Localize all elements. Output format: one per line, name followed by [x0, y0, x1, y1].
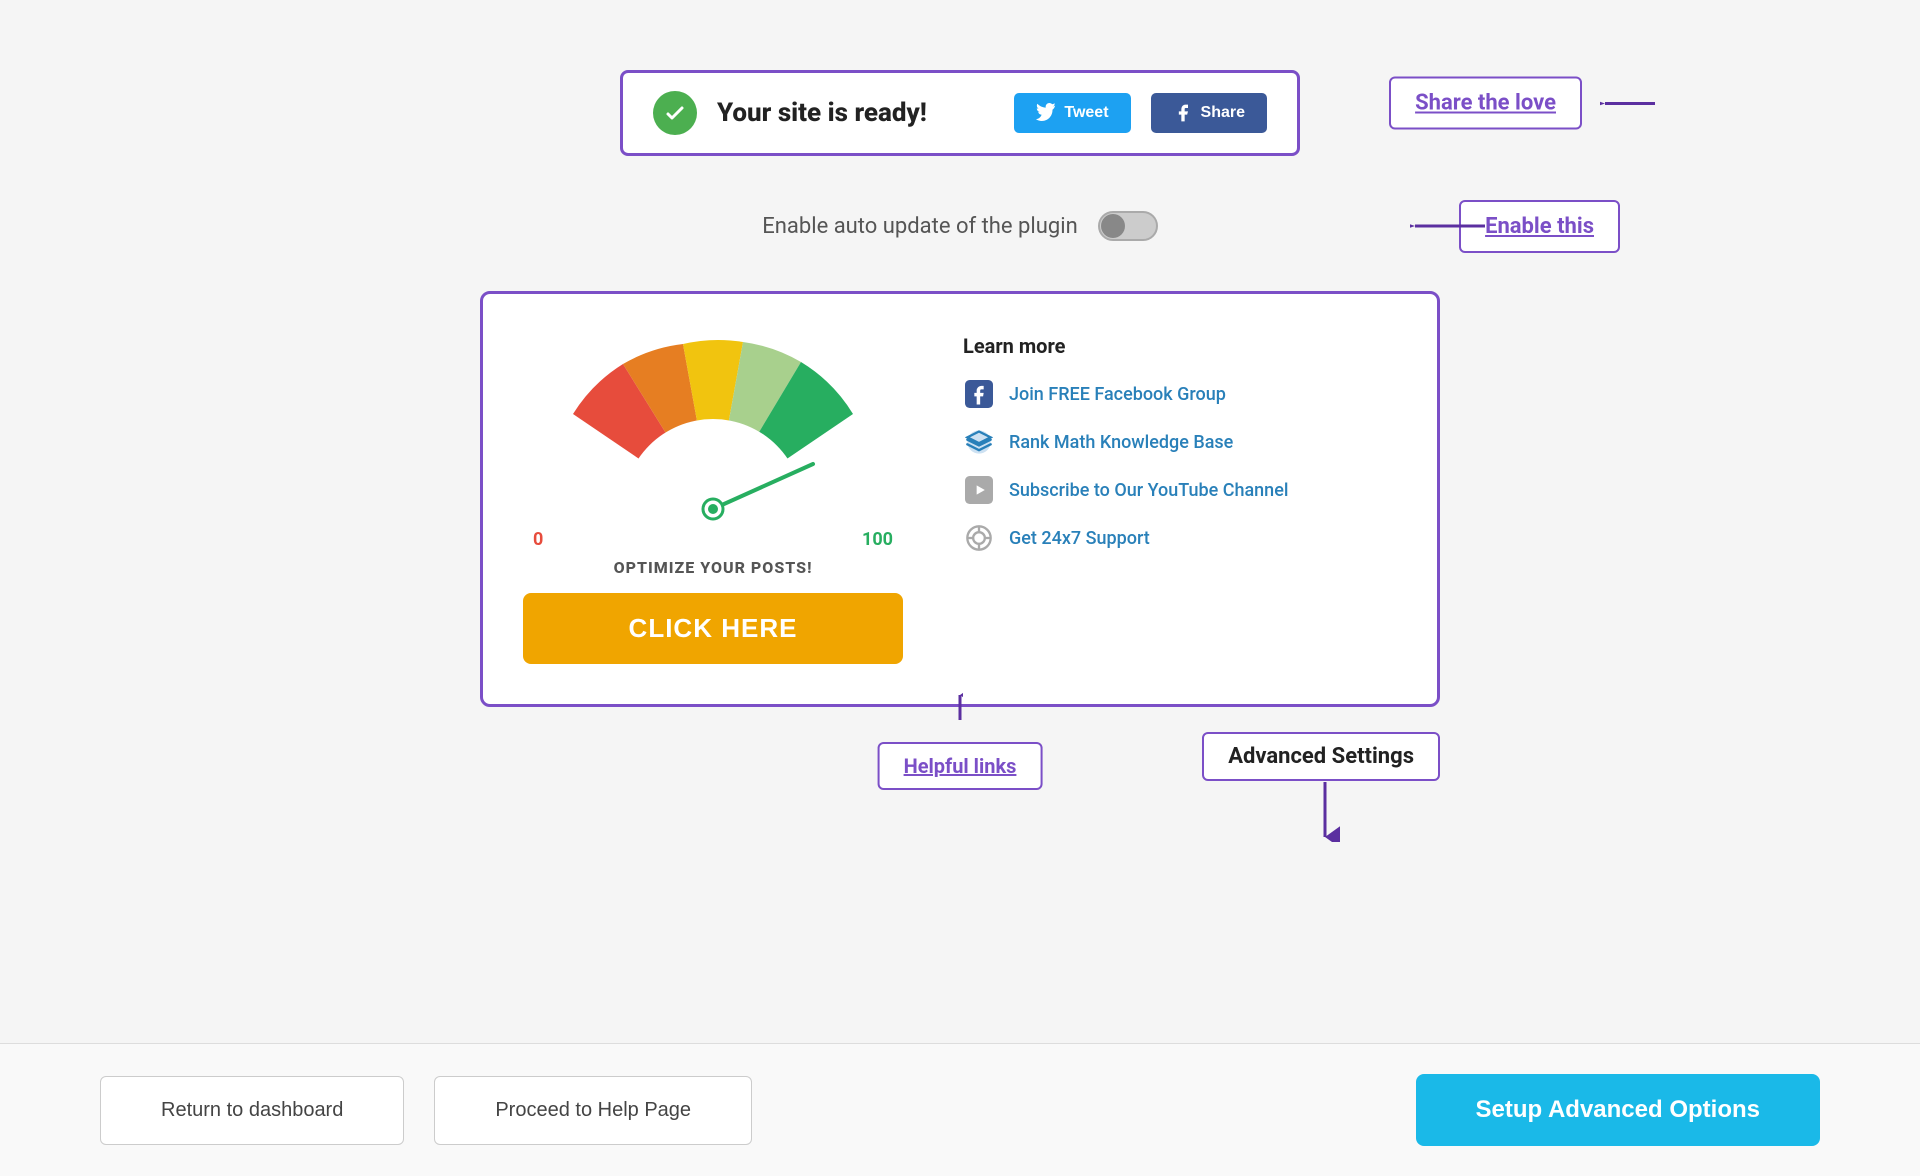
auto-update-toggle[interactable] [1098, 211, 1158, 241]
helpful-links-box[interactable]: Helpful links [878, 742, 1043, 790]
return-dashboard-label: Return to dashboard [161, 1099, 343, 1121]
share-love-box[interactable]: Share the love [1389, 77, 1582, 130]
facebook-group-link[interactable]: Join FREE Facebook Group [1009, 384, 1226, 405]
enable-this-annotation: Enable this [1459, 200, 1620, 253]
return-dashboard-button[interactable]: Return to dashboard [100, 1076, 404, 1145]
share-love-label: Share the love [1415, 91, 1556, 116]
click-here-button[interactable]: CLICK HERE [523, 593, 903, 664]
support-link[interactable]: Get 24x7 Support [1009, 528, 1150, 549]
facebook-icon [963, 378, 995, 410]
proceed-help-button[interactable]: Proceed to Help Page [434, 1076, 752, 1145]
advanced-settings-box[interactable]: Advanced Settings [1202, 732, 1440, 781]
site-ready-text: Your site is ready! [717, 98, 994, 128]
gauge-label-100: 100 [862, 529, 893, 550]
enable-inner: Enable auto update of the plugin [762, 211, 1157, 241]
learn-more-title: Learn more [963, 334, 1397, 358]
annotations-row: Helpful links Advanced Settings [480, 712, 1440, 842]
advanced-settings-label[interactable]: Advanced Settings [1228, 744, 1414, 769]
setup-advanced-button[interactable]: Setup Advanced Options [1416, 1074, 1820, 1146]
learn-more-section: Learn more Join FREE Facebook Group Rank… [963, 334, 1397, 664]
toggle-knob [1101, 214, 1125, 238]
check-icon [653, 91, 697, 135]
site-ready-banner: Your site is ready! Tweet Share [620, 70, 1300, 156]
enable-this-arrow [1410, 211, 1490, 241]
gauge-chart [543, 334, 883, 524]
tweet-button[interactable]: Tweet [1014, 93, 1130, 133]
enable-section: Enable auto update of the plugin Enable … [200, 211, 1720, 241]
main-content-box: 0 100 OPTIMIZE YOUR POSTS! CLICK HERE Le… [480, 291, 1440, 707]
tweet-label: Tweet [1064, 104, 1108, 122]
gauge-section: 0 100 OPTIMIZE YOUR POSTS! CLICK HERE [523, 334, 903, 664]
top-row: Your site is ready! Tweet Share Share th… [200, 50, 1720, 156]
share-love-annotation: Share the love [1389, 77, 1660, 130]
learn-more-item-youtube: Subscribe to Our YouTube Channel [963, 474, 1397, 506]
youtube-icon [963, 474, 995, 506]
gauge-labels: 0 100 [523, 529, 903, 550]
optimize-text: OPTIMIZE YOUR POSTS! [614, 558, 813, 577]
youtube-channel-link[interactable]: Subscribe to Our YouTube Channel [1009, 480, 1288, 501]
learn-more-item-support: Get 24x7 Support [963, 522, 1397, 554]
fb-share-label: Share [1201, 104, 1245, 122]
knowledge-base-link[interactable]: Rank Math Knowledge Base [1009, 432, 1233, 453]
learn-more-item-facebook: Join FREE Facebook Group [963, 378, 1397, 410]
click-here-label: CLICK HERE [629, 613, 798, 643]
share-love-arrow [1600, 88, 1660, 118]
learn-more-item-knowledge: Rank Math Knowledge Base [963, 426, 1397, 458]
proceed-help-label: Proceed to Help Page [495, 1099, 691, 1121]
support-icon [963, 522, 995, 554]
facebook-share-button[interactable]: Share [1151, 93, 1267, 133]
gauge-label-0: 0 [533, 529, 543, 550]
setup-advanced-label: Setup Advanced Options [1476, 1096, 1760, 1123]
enable-this-label: Enable this [1485, 214, 1594, 239]
graduation-icon [963, 426, 995, 458]
advanced-settings-arrow [1310, 782, 1340, 842]
learn-more-links: Join FREE Facebook Group Rank Math Knowl… [963, 378, 1397, 554]
bottom-nav: Return to dashboard Proceed to Help Page… [0, 1043, 1920, 1176]
enable-label: Enable auto update of the plugin [762, 214, 1077, 239]
helpful-links-label[interactable]: Helpful links [904, 754, 1017, 778]
